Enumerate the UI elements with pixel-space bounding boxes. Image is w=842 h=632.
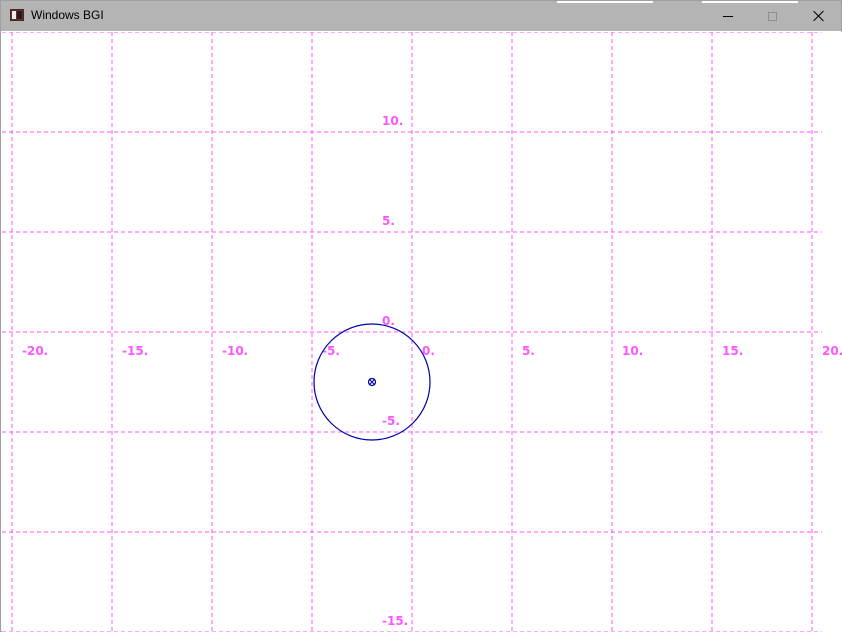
x-tick-label: 5. (522, 344, 535, 358)
maximize-button[interactable] (750, 1, 795, 31)
y-tick-label: 5. (382, 214, 395, 228)
minimize-icon (722, 15, 733, 17)
x-tick-label: -20. (22, 344, 48, 358)
x-tick-label: -15. (122, 344, 148, 358)
center-marker-cross (368, 378, 376, 386)
minimize-button[interactable] (705, 1, 750, 31)
plot-svg: -20. -15. -10. -5. 0. 5. 10. 15. 20.10.5.0.-5.-1… (2, 32, 842, 632)
graphics-canvas[interactable]: -20. -15. -10. -5. 0. 5. 10. 15. 20. 10. 5. 0. -5. -1… (2, 32, 842, 632)
x-tick-label: 10. (622, 344, 643, 358)
window-title: Windows BGI (31, 8, 104, 22)
close-button[interactable] (796, 1, 841, 31)
x-tick-label: 20. (822, 344, 842, 358)
x-tick-label: -5. (322, 344, 340, 358)
title-strip (557, 1, 653, 3)
x-tick-label: -10. (222, 344, 248, 358)
maximize-icon (768, 11, 777, 21)
app-icon (10, 9, 24, 21)
y-tick-label: -15. (382, 614, 408, 628)
y-tick-label: -5. (382, 414, 400, 428)
y-tick-label: 10. (382, 114, 403, 128)
close-icon (813, 10, 825, 22)
bgi-window: Windows BGI -20. -15. -10. -5. 0. 5. 10. 15. 20.… (0, 0, 842, 632)
title-bar[interactable]: Windows BGI (1, 1, 841, 31)
x-tick-label: 15. (722, 344, 743, 358)
